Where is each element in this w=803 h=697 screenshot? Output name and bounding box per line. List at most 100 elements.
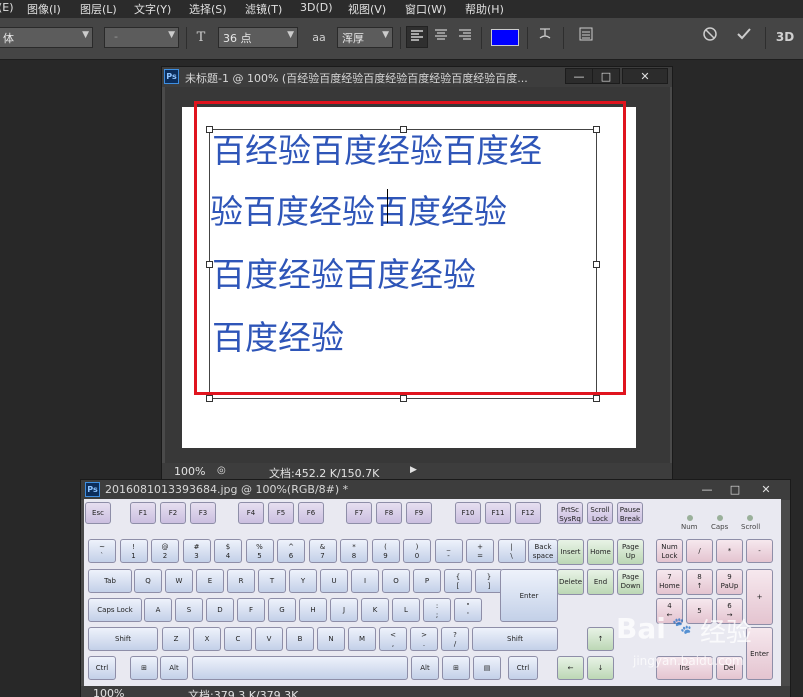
letter-key: U — [320, 569, 348, 593]
letter-key: B — [286, 627, 314, 651]
document-title-bar[interactable]: Ps 未标题-1 @ 100% (百经验百度经验百度经验百度经验百度经验百度..… — [162, 67, 672, 87]
numpad-key: 8 ↑ — [686, 569, 713, 595]
menu-select[interactable]: 选择(S) — [189, 1, 227, 17]
letter-key: C — [224, 627, 252, 651]
number-key: #3 — [182, 539, 211, 563]
document-title-bar-2[interactable]: Ps 2016081013393684.jpg @ 100%(RGB/8#) *… — [81, 480, 790, 500]
document-size-2: 文档:379.3 K/379.3K — [188, 689, 299, 697]
letter-key: V — [255, 627, 283, 651]
letter-key: " ' — [454, 598, 482, 622]
anti-alias-select[interactable]: 浑厚 ▼ — [337, 27, 393, 48]
function-key: Scroll Lock — [587, 502, 613, 524]
letter-key: :; — [423, 598, 451, 622]
number-key: * 8 — [340, 539, 368, 563]
menu-icon: ▤ — [473, 656, 501, 680]
ctrl-key: Ctrl — [508, 656, 538, 680]
status-arrow-icon[interactable]: ▶ — [410, 465, 417, 475]
menu-image[interactable]: 图像(I) — [27, 1, 61, 17]
align-right-icon — [459, 29, 471, 40]
menu-layer[interactable]: 图层(L) — [80, 1, 117, 17]
minimize-button[interactable]: — — [565, 68, 593, 84]
status-icon[interactable]: ◎ — [217, 465, 226, 476]
letter-key: Z — [162, 627, 190, 651]
warp-text-icon[interactable] — [533, 26, 557, 48]
numpad-key: - — [746, 539, 773, 563]
menu-filter[interactable]: 滤镜(T) — [245, 1, 282, 17]
letter-key: W — [165, 569, 193, 593]
number-key: (9 — [371, 539, 400, 563]
nav-key: Page Down — [617, 569, 644, 595]
letter-key: E — [196, 569, 224, 593]
commit-icon[interactable] — [733, 26, 755, 48]
letter-key: <, — [379, 627, 407, 651]
letter-key: R — [227, 569, 255, 593]
3d-button[interactable]: 3D — [771, 26, 799, 48]
letter-key: K — [361, 598, 389, 622]
align-right-button[interactable] — [455, 26, 475, 48]
separator — [765, 27, 766, 49]
maximize-button[interactable]: □ — [721, 481, 749, 497]
align-center-button[interactable] — [431, 26, 451, 48]
close-button[interactable]: ✕ — [752, 481, 780, 497]
letter-key: J — [330, 598, 358, 622]
paw-icon: 🐾 — [672, 616, 692, 635]
separator — [481, 27, 482, 49]
ps-logo-icon: Ps — [164, 69, 179, 84]
function-key: F1 — [130, 502, 156, 524]
letter-key: >. — [410, 627, 438, 651]
letter-key: T — [258, 569, 286, 593]
font-family-select[interactable]: 体 ▼ — [0, 27, 93, 48]
number-key: ) 0 — [403, 539, 431, 563]
letter-key: P — [413, 569, 441, 593]
numpad-key: 9 PaUp — [716, 569, 743, 595]
text-color-swatch[interactable] — [491, 29, 519, 46]
letter-key: M — [348, 627, 376, 651]
document-title-2: 2016081013393684.jpg @ 100%(RGB/8#) * — [105, 483, 349, 496]
menu-window[interactable]: 窗口(W) — [405, 1, 446, 17]
number-key: ! 1 — [119, 539, 148, 563]
align-left-button[interactable] — [406, 26, 428, 48]
menu-help[interactable]: 帮助(H) — [465, 1, 504, 17]
zoom-level-2[interactable]: 100% — [93, 687, 124, 697]
checkmark-icon — [737, 28, 751, 40]
letter-key: O — [382, 569, 410, 593]
maximize-button[interactable]: □ — [592, 68, 620, 84]
transform-handle[interactable] — [206, 395, 213, 402]
transform-handle[interactable] — [400, 395, 407, 402]
letter-key: {[ — [444, 569, 472, 593]
numpad-key: / — [686, 539, 713, 563]
zoom-level[interactable]: 100% — [174, 465, 205, 478]
menu-type[interactable]: 文字(Y) — [134, 1, 171, 17]
numpad-key: Num Lock — [656, 539, 683, 563]
numpad-key: 7 Home — [656, 569, 683, 595]
number-key: & 7 — [308, 539, 337, 563]
function-key: PrtSc SysRq — [557, 502, 583, 524]
close-button[interactable]: ✕ — [622, 68, 668, 84]
menu-edit[interactable]: (E) — [0, 1, 14, 14]
highlight-rectangle — [194, 101, 626, 395]
nav-key: Delete — [557, 569, 584, 595]
letter-key: N — [317, 627, 345, 651]
shift-key: Shift — [88, 627, 158, 651]
indicator-label: Num — [681, 523, 698, 531]
windows-icon: ⊞ — [130, 656, 158, 680]
number-key: | \ — [497, 539, 526, 563]
minimize-button[interactable]: — — [693, 481, 721, 497]
alt-key: Alt — [411, 656, 439, 680]
cancel-icon[interactable] — [699, 26, 721, 48]
font-style-select[interactable]: - ▼ — [104, 27, 179, 48]
function-key: Esc — [85, 502, 111, 524]
chevron-down-icon: ▼ — [382, 30, 389, 40]
chevron-down-icon: ▼ — [168, 30, 175, 40]
warp-icon — [539, 28, 551, 39]
function-key: F4 — [238, 502, 264, 524]
indicator-label: Caps — [711, 523, 729, 531]
menu-view[interactable]: 视图(V) — [348, 1, 386, 17]
shift-key: Shift — [472, 627, 558, 651]
chevron-down-icon: ▼ — [82, 30, 89, 40]
transform-handle[interactable] — [593, 395, 600, 402]
menu-3d[interactable]: 3D(D) — [300, 1, 333, 14]
letter-key: F — [237, 598, 265, 622]
font-size-select[interactable]: 36 点 ▼ — [218, 27, 298, 48]
character-panel-icon[interactable] — [573, 26, 599, 48]
